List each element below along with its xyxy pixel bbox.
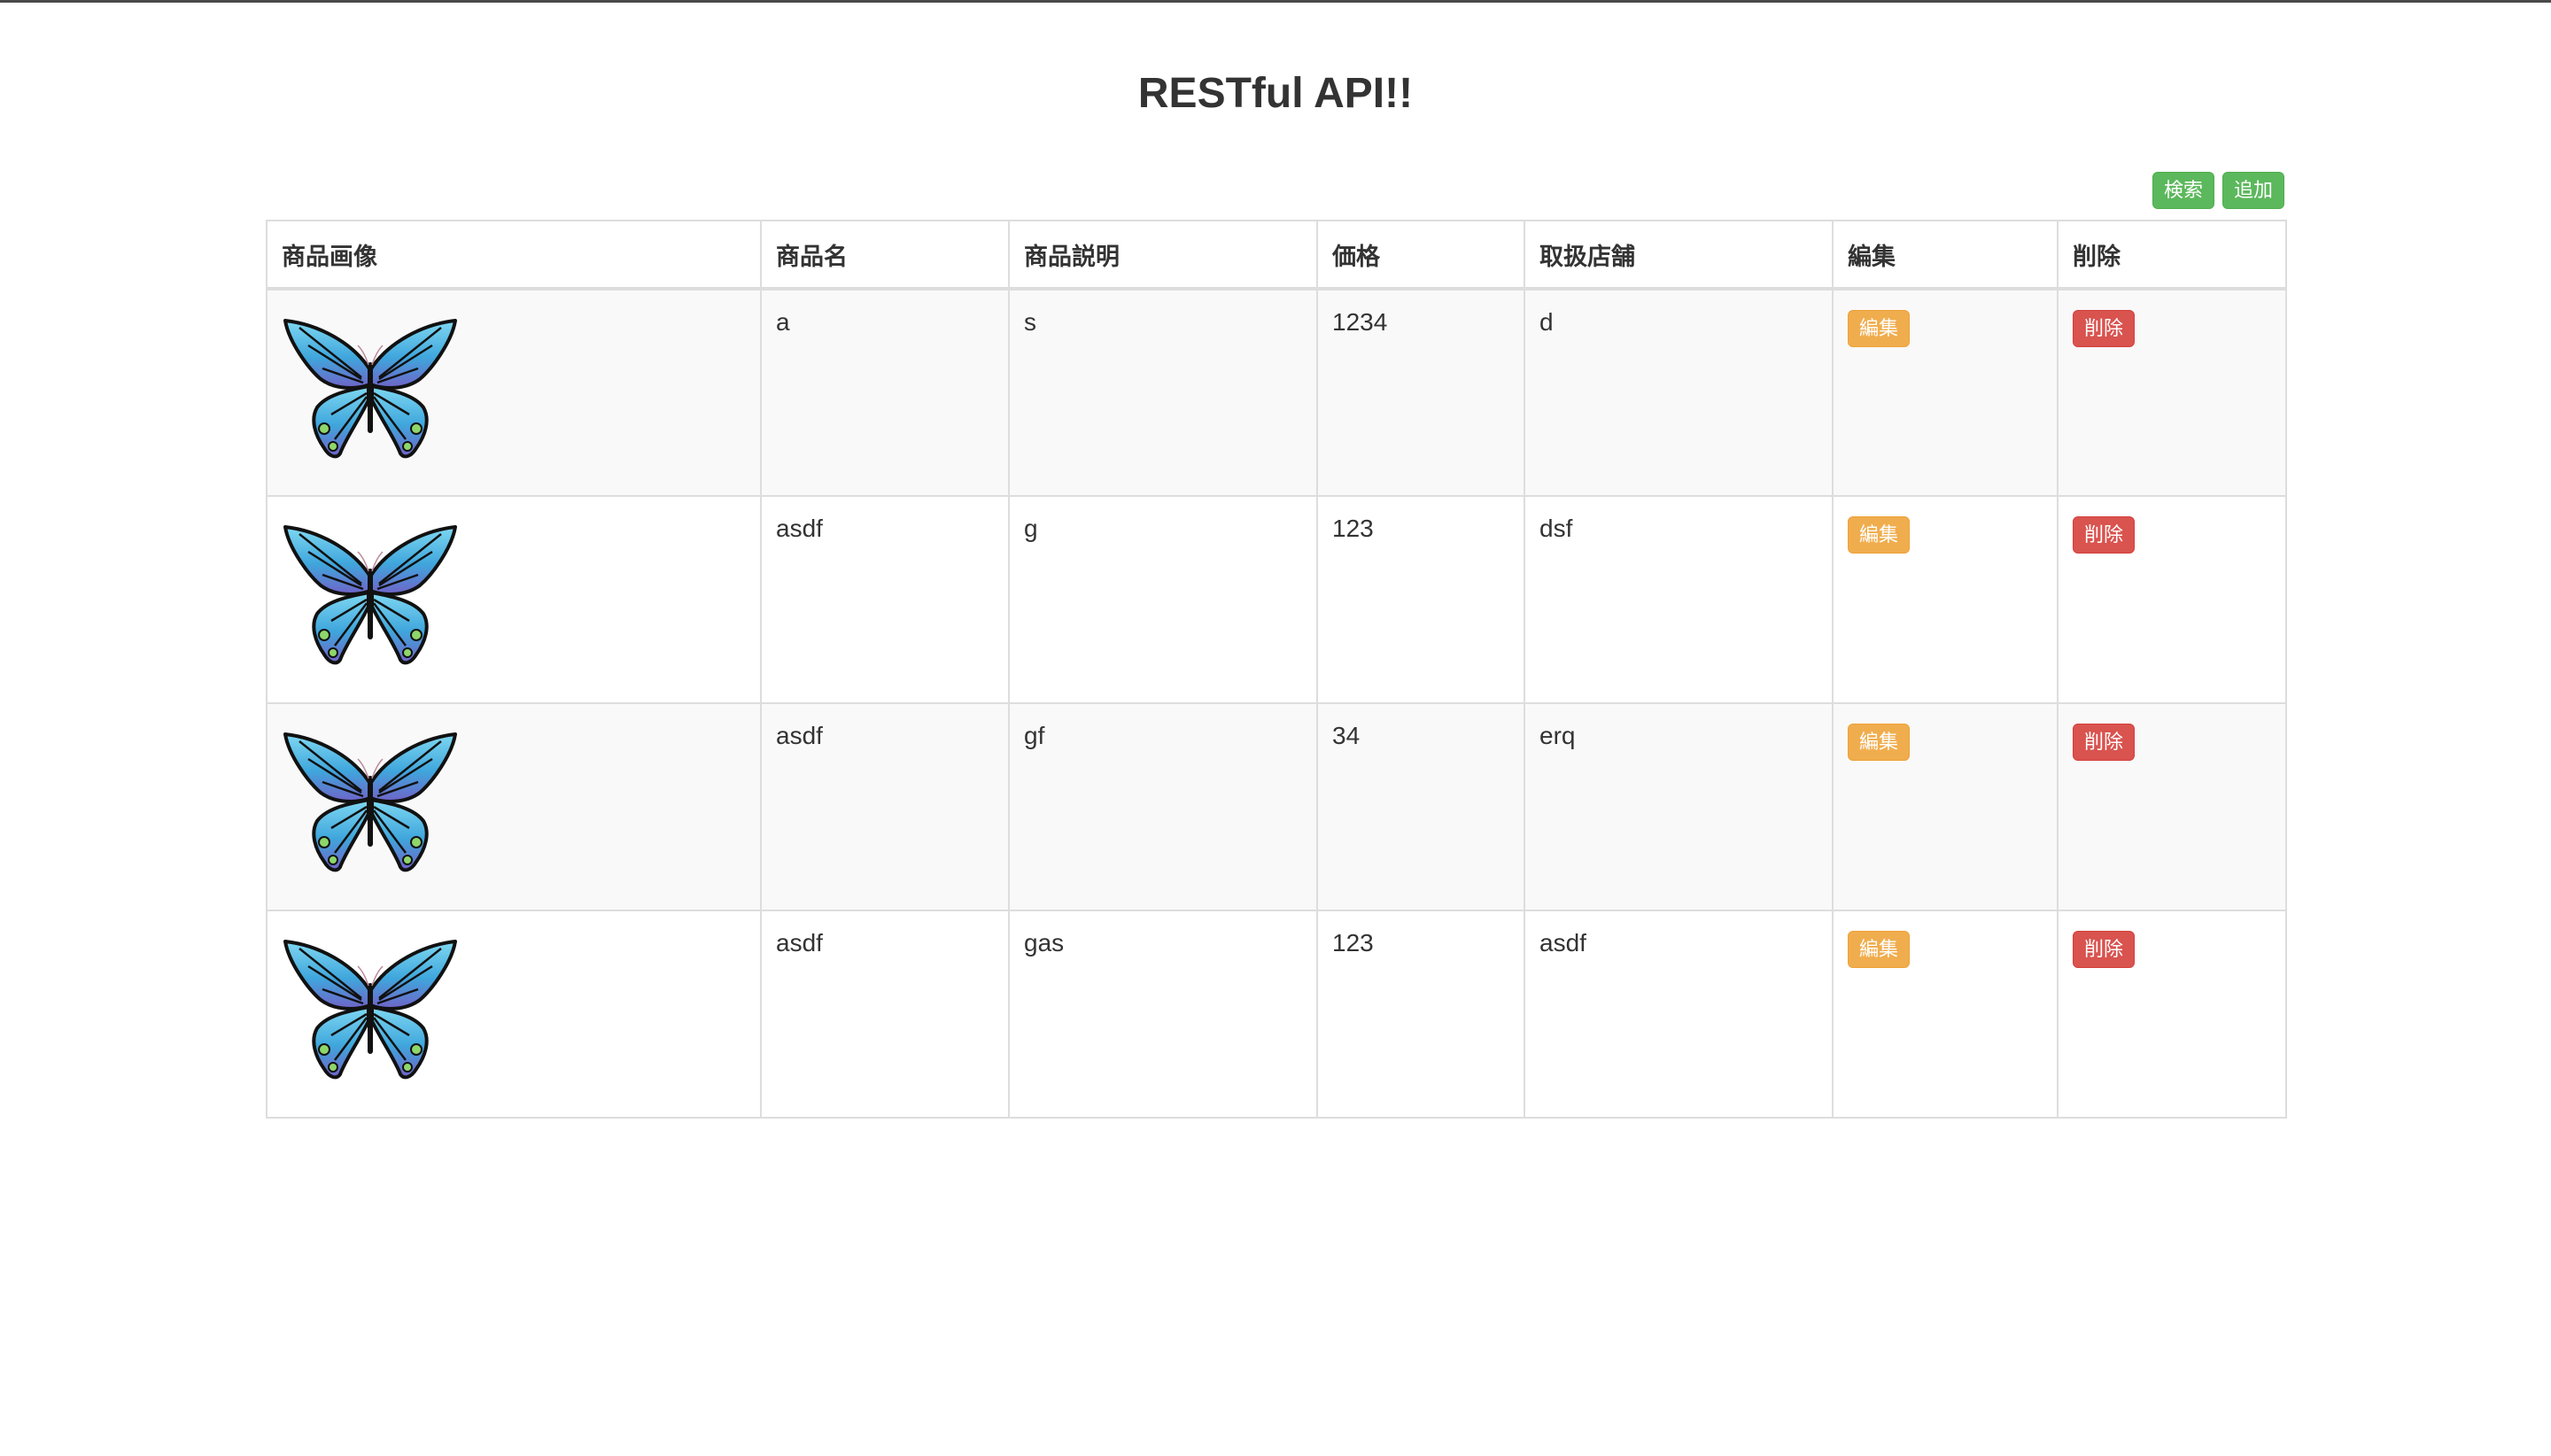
product-image-cell [266,910,762,1119]
product-image-cell [266,495,762,704]
product-store: erq [1524,702,1834,911]
table-header-row: 商品画像 商品名 商品説明 価格 取扱店舗 編集 削除 [266,220,2287,290]
header-price: 価格 [1316,220,1525,290]
butterfly-icon [282,936,459,1087]
header-edit: 編集 [1832,220,2059,290]
add-button[interactable]: 追加 [2221,172,2284,209]
product-store: asdf [1524,910,1834,1119]
search-button[interactable]: 検索 [2152,172,2214,209]
product-description: gf [1008,702,1318,911]
edit-cell: 編集 [1832,702,2059,911]
delete-button[interactable]: 削除 [2073,724,2136,761]
header-delete: 削除 [2057,220,2287,290]
product-description: s [1008,288,1318,497]
product-name: asdf [760,910,1010,1119]
header-description: 商品説明 [1008,220,1318,290]
butterfly-icon [282,315,459,466]
page-title: RESTful API!! [1137,70,1414,117]
product-store: d [1524,288,1834,497]
product-image-cell [266,288,762,497]
header-store: 取扱店舗 [1524,220,1834,290]
product-description: g [1008,495,1318,704]
delete-cell: 削除 [2057,495,2287,704]
butterfly-icon [282,522,459,672]
edit-cell: 編集 [1832,495,2059,704]
header-name: 商品名 [760,220,1010,290]
window-top-border [0,0,2551,3]
edit-button[interactable]: 編集 [1848,516,1911,554]
table-row: asdf gf 34 erq 編集 削除 [266,702,2287,911]
product-price: 34 [1316,702,1525,911]
delete-button[interactable]: 削除 [2073,310,2136,347]
delete-cell: 削除 [2057,702,2287,911]
toolbar: 検索 追加 [2152,172,2284,209]
product-name: asdf [760,702,1010,911]
edit-button[interactable]: 編集 [1848,931,1911,968]
delete-cell: 削除 [2057,288,2287,497]
product-name: a [760,288,1010,497]
product-store: dsf [1524,495,1834,704]
product-name: asdf [760,495,1010,704]
product-image-cell [266,702,762,911]
product-price: 123 [1316,495,1525,704]
edit-cell: 編集 [1832,910,2059,1119]
edit-button[interactable]: 編集 [1848,310,1911,347]
delete-button[interactable]: 削除 [2073,516,2136,554]
product-price: 1234 [1316,288,1525,497]
butterfly-icon [282,729,459,879]
product-table: 商品画像 商品名 商品説明 価格 取扱店舗 編集 削除 a s 1234 d 編… [266,220,2287,1119]
delete-cell: 削除 [2057,910,2287,1119]
table-row: asdf gas 123 asdf 編集 削除 [266,910,2287,1119]
header-image: 商品画像 [266,220,762,290]
edit-button[interactable]: 編集 [1848,724,1911,761]
table-row: a s 1234 d 編集 削除 [266,288,2287,497]
product-description: gas [1008,910,1318,1119]
product-price: 123 [1316,910,1525,1119]
table-row: asdf g 123 dsf 編集 削除 [266,495,2287,704]
delete-button[interactable]: 削除 [2073,931,2136,968]
edit-cell: 編集 [1832,288,2059,497]
